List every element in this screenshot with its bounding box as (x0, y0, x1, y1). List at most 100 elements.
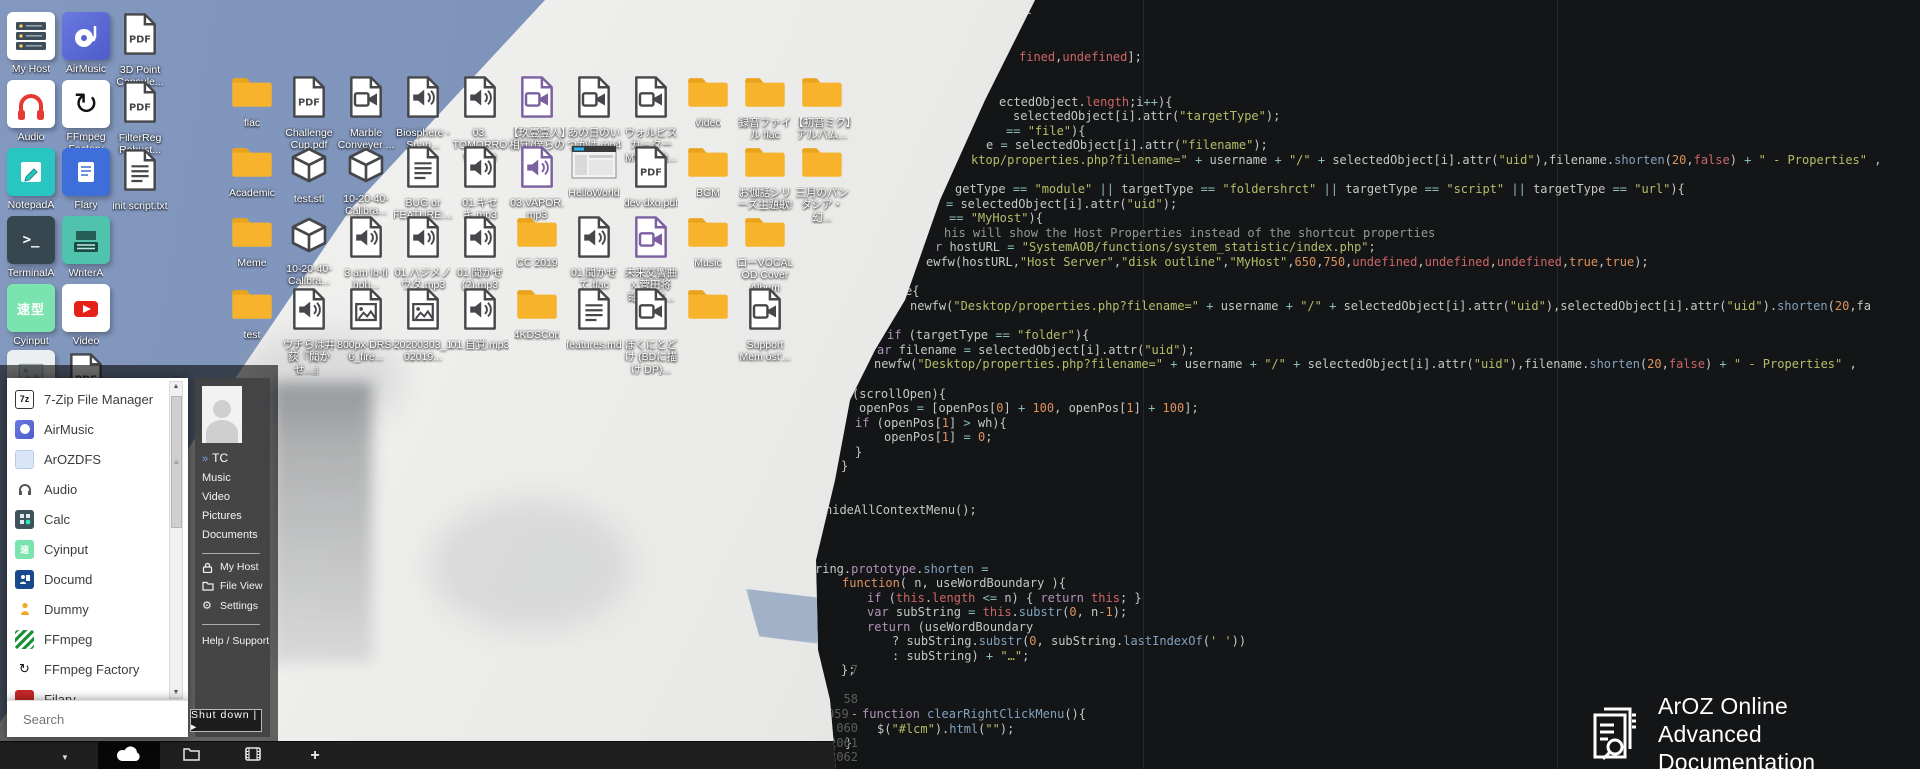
desktop-file-01-mp3[interactable]: 01.ハジメノウタ.mp3 (393, 215, 453, 292)
menu-item-arozdfs[interactable]: ArOZDFS (7, 444, 188, 474)
desktop-app-flary[interactable]: Flary (54, 148, 118, 211)
desktop-file-vocal-od-cover-album[interactable]: ローVOCAL OD Cover Album (735, 215, 795, 294)
desktop-file-music[interactable]: Music (678, 215, 738, 269)
desktop-icon-label: Flary (74, 199, 97, 211)
code-line: if (targetType == "folder"){ (887, 329, 1089, 342)
menu-item-ffmpeg-factory[interactable]: ↻FFmpeg Factory (7, 654, 188, 684)
folder-file-icon (686, 287, 730, 326)
code-line: newfw("Desktop/properties.php?filename="… (910, 300, 1871, 313)
desktop-app-airmusic[interactable]: AirMusic (54, 12, 118, 75)
desktop-file-test[interactable]: test (222, 287, 282, 341)
menu-item-calc[interactable]: Calc (7, 504, 188, 534)
library-link-music[interactable]: Music (202, 472, 270, 484)
desktop-file-features-md[interactable]: features.md (564, 287, 624, 351)
desktop-file-item[interactable]: ウチらは井荻『聞かせ...』 (279, 287, 339, 376)
desktop-file-03-vapor-mp3[interactable]: 03.VAPOR.mp3 (507, 145, 567, 222)
desktop-file-cc-2019[interactable]: CC 2019 (507, 215, 567, 269)
desktop-file-dev-dxo-pdf[interactable]: PDFdev dxo.pdf (621, 145, 681, 209)
desktop-file-marble-conveyer[interactable]: Marble Conveyer ... (336, 75, 396, 152)
menu-item-airmusic[interactable]: AirMusic (7, 414, 188, 444)
code-line: getType == "module" || targetType == "fo… (955, 183, 1685, 196)
menu-item-dummy[interactable]: Dummy (7, 594, 188, 624)
taskbar-show-desktop-button[interactable]: ▼ (40, 742, 90, 769)
desktop-file-biosphere-snap[interactable]: Biosphere - Snap... (393, 75, 453, 152)
desktop-icon-label: NotepadA (8, 199, 55, 211)
desktop-file-meme[interactable]: Meme (222, 215, 282, 269)
desktop-file-item[interactable]: お伽話シリーズ主題歌! (735, 145, 795, 212)
user-row[interactable]: »TC (202, 451, 270, 465)
code-line: e = selectedObject[i].attr("filename"); (986, 139, 1268, 152)
menu-item-cyinput[interactable]: 速Cyinput (7, 534, 188, 564)
desktop-file-flac[interactable]: flac (222, 75, 282, 129)
stl-file-icon (346, 145, 386, 190)
desktop-file-flac[interactable]: 録音ファイル flac (735, 75, 795, 142)
desktop-file-10-20-40-calibra[interactable]: 10-20-40-Calibra... (336, 145, 396, 218)
ffmpeg-icon (15, 630, 34, 649)
desktop-file-4kdscon[interactable]: 4KDSCon (507, 287, 567, 341)
quick-link-settings[interactable]: ⚙Settings (202, 599, 270, 612)
desktop-file-01-flac[interactable]: 01.聞かせて.flac (564, 215, 624, 292)
menu-item-label: FFmpeg (44, 632, 92, 647)
desktop-file-test-stl[interactable]: test.stl (279, 145, 339, 205)
desktop-file-item[interactable]: 三月のパンタシア・幻... (792, 145, 852, 224)
menu-item-filary[interactable]: Filary (7, 684, 188, 700)
desktop-file-item[interactable]: 【初音ミク】アルバム... (792, 75, 852, 142)
menu-item-audio[interactable]: Audio (7, 474, 188, 504)
scroll-up-icon[interactable]: ▲ (170, 382, 182, 392)
library-link-video[interactable]: Video (202, 491, 270, 503)
desktop-icon-label: WriterA (69, 267, 104, 279)
desktop-icon-label: 10-20-40-Calibra... (279, 263, 339, 288)
desktop-file-01-mp3[interactable]: 01.キセキ.mp3 (450, 145, 510, 222)
menu-item-7-zip-file-manager[interactable]: 7z7-Zip File Manager (7, 384, 188, 414)
menu-item-documd[interactable]: Documd (7, 564, 188, 594)
taskbar-new-tab-button[interactable]: + (284, 742, 346, 769)
scroll-down-icon[interactable]: ▼ (170, 688, 182, 698)
quick-link-file-view[interactable]: File View (202, 580, 270, 592)
myhost-app-icon (7, 12, 55, 60)
audio-file-icon (404, 75, 442, 124)
desktop-file-folder[interactable] (678, 287, 738, 326)
desktop-file-challenge-cup-pdf[interactable]: PDFChallenge Cup.pdf (279, 75, 339, 152)
app-list-scrollbar[interactable]: ▲ ≡ ▼ (169, 381, 183, 699)
folder-file-icon (743, 75, 787, 114)
desktop-file-init-script-txt[interactable]: init script.txt (110, 148, 170, 212)
desktop-app-ffmpeg-factory[interactable]: ↻FFmpeg Factory (54, 80, 118, 156)
menu-item-label: Calc (44, 512, 70, 527)
menu-item-ffmpeg[interactable]: FFmpeg (7, 624, 188, 654)
desktop-file-3d-point-capsule[interactable]: PDF3D Point Capsule... (110, 12, 170, 89)
help-support-link[interactable]: Help / Support (202, 635, 270, 647)
desktop-file-mp4[interactable]: あの日のいつかは.mp4 (564, 75, 624, 152)
desktop-file-10-20-40-calibra[interactable]: 10-20-40-Calibra... (279, 215, 339, 288)
taskbar-start-button[interactable] (98, 742, 160, 769)
desktop-file-bd-dp[interactable]: ぼくにとどけ (BDに描け DP)... (621, 287, 681, 376)
video-app-icon (62, 284, 110, 332)
desktop-file-support-mem-ost[interactable]: Support Mem ost'... (735, 287, 795, 364)
desktop-file-01-mp3[interactable]: 01.自覚.mp3 (450, 287, 510, 351)
airmusic-app-icon (62, 12, 110, 60)
user-avatar[interactable] (202, 386, 242, 443)
taskbar-file-explorer-button[interactable] (160, 742, 222, 769)
desktop-file-video[interactable]: Video (678, 75, 738, 129)
library-link-pictures[interactable]: Pictures (202, 510, 270, 522)
desktop-file-academic[interactable]: Academic (222, 145, 282, 199)
taskbar-media-button[interactable] (222, 742, 284, 769)
desktop-app-video[interactable]: Video (54, 284, 118, 347)
desktop-app-writera[interactable]: WriterA (54, 216, 118, 279)
desktop-file-helloworld[interactable]: HelloWorld (564, 145, 624, 199)
quick-link-my-host[interactable]: My Host (202, 561, 270, 573)
library-link-documents[interactable]: Documents (202, 529, 270, 541)
search-input[interactable] (21, 711, 201, 728)
desktop-file-filterreg-robust[interactable]: PDFFilterReg Robust... (110, 80, 170, 157)
film-icon (245, 746, 261, 767)
desktop-file-bgm[interactable]: BGM (678, 145, 738, 199)
desktop-file-bug-or-feature[interactable]: BUG or FEATURE:... (393, 145, 453, 222)
code-line: openPos[1] = 0; (884, 431, 992, 444)
shutdown-button[interactable]: Shut down |▸ (190, 709, 262, 732)
desktop-file-3-am-lo-fi-hph[interactable]: 3 am lo-fi hph... (336, 215, 396, 292)
desktop-file-01-mp3[interactable]: 01.聞かせ(?).mp3 (450, 215, 510, 292)
scrollbar-thumb[interactable]: ≡ (171, 396, 182, 528)
documd-icon (15, 570, 34, 589)
desktop-file-20200303-1-02019[interactable]: 20200303_1 02019... (393, 287, 453, 364)
code-line: ewfw(hostURL,"Host Server","disk outline… (926, 256, 1649, 269)
desktop-file-800px-drs-6-fire[interactable]: 800px-DRS-6_fire... (336, 287, 396, 364)
